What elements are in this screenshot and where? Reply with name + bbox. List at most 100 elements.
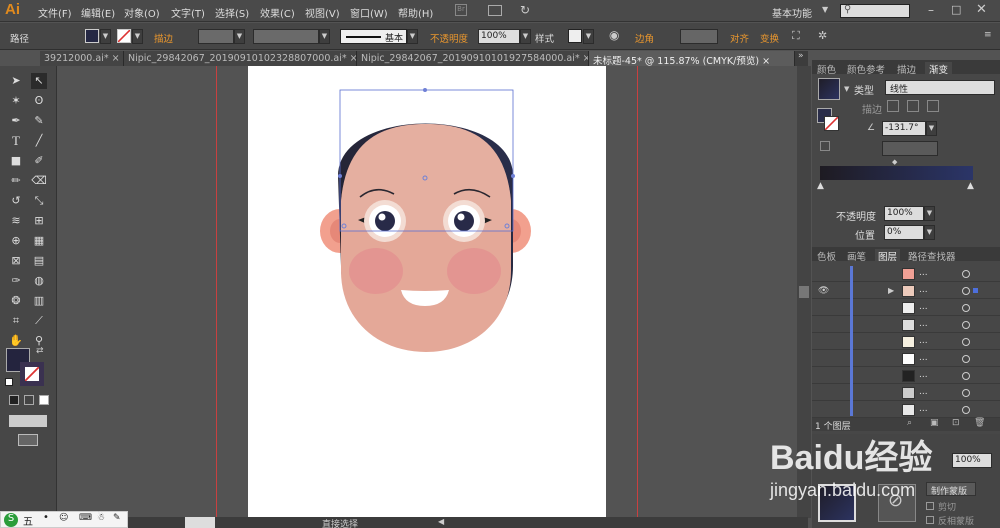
chevron-down-icon[interactable]: ▼ — [822, 5, 828, 14]
eyedropper-icon[interactable]: ✑ — [8, 273, 24, 289]
angle-field[interactable]: -131.7° — [882, 121, 926, 136]
target-icon[interactable] — [962, 304, 970, 312]
panel-menu-icon[interactable]: ≡ — [984, 30, 992, 40]
tab-pathfinder[interactable]: 路径查找器 — [908, 249, 956, 263]
tab-layers[interactable]: 图层 — [875, 249, 901, 263]
corner-radius-field[interactable] — [680, 29, 718, 44]
default-colors-icon[interactable] — [5, 378, 13, 386]
stroke-weight-label[interactable]: 描边 — [154, 31, 173, 45]
artboard[interactable] — [248, 66, 606, 518]
hand-tool-icon[interactable]: ✋ — [8, 333, 24, 349]
target-icon[interactable] — [962, 270, 970, 278]
gradient-position-field[interactable]: 0% — [884, 225, 924, 240]
angle-dropdown[interactable]: ▼ — [926, 121, 937, 136]
tab-doc-1[interactable]: 39212000.ai* × — [40, 51, 124, 66]
magic-wand-icon[interactable]: ✶ — [8, 93, 24, 109]
perspective-grid-icon[interactable]: ▦ — [31, 233, 47, 249]
corner-label[interactable]: 边角 — [635, 31, 654, 45]
ime-logo-icon[interactable]: S — [4, 513, 18, 527]
fill-swatch[interactable] — [85, 29, 99, 43]
layer-row[interactable]: ... — [812, 402, 1000, 418]
menu-file[interactable]: 文件(F) — [38, 5, 72, 20]
ime-mode-icon[interactable]: 五 — [23, 513, 33, 528]
mesh-tool-icon[interactable]: ⊠ — [8, 253, 24, 269]
stroke-dropdown[interactable]: ▼ — [132, 29, 143, 44]
target-icon[interactable] — [962, 338, 970, 346]
align-link[interactable]: 对齐 — [730, 31, 749, 45]
layer-row[interactable]: ... — [812, 266, 1000, 282]
transform-options-icon[interactable]: ✲ — [818, 29, 827, 42]
menu-type[interactable]: 文字(T) — [171, 5, 205, 20]
workspace-switcher[interactable]: 基本功能 — [772, 5, 812, 20]
gradient-type-select[interactable]: 线性 — [885, 80, 995, 95]
tab-overflow-icon[interactable]: » — [798, 51, 804, 61]
tab-brushes[interactable]: 画笔 — [847, 249, 866, 263]
gradient-tool-icon[interactable]: ▤ — [31, 253, 47, 269]
close-icon[interactable]: ✕ — [976, 2, 987, 17]
column-graph-icon[interactable]: ▥ — [31, 293, 47, 309]
fill-dropdown[interactable]: ▼ — [100, 29, 111, 44]
layer-row[interactable]: ... — [812, 351, 1000, 367]
scroll-thumb[interactable] — [799, 286, 809, 298]
menu-select[interactable]: 选择(S) — [215, 5, 249, 20]
blend-tool-icon[interactable]: ◍ — [31, 273, 47, 289]
layer-row[interactable]: ... — [812, 317, 1000, 333]
tab-gradient[interactable]: 渐变 — [925, 62, 953, 76]
invert-mask-checkbox[interactable] — [926, 516, 934, 524]
arrange-documents-icon[interactable] — [488, 5, 502, 16]
cartoon-face-artwork[interactable] — [248, 66, 606, 518]
pencil-icon[interactable]: ✏ — [8, 173, 24, 189]
brush-dropdown[interactable]: ▼ — [407, 29, 418, 44]
minimize-icon[interactable]: – — [928, 3, 934, 17]
gradient-opacity-dropdown[interactable]: ▼ — [924, 206, 935, 221]
layer-row[interactable]: ... — [812, 334, 1000, 350]
layer-row[interactable]: ... — [812, 300, 1000, 316]
rotate-tool-icon[interactable]: ↺ — [8, 193, 24, 209]
drawing-modes-icon[interactable] — [9, 415, 47, 427]
eraser-icon[interactable]: ⌫ — [31, 173, 47, 189]
shape-builder-icon[interactable]: ⊕ — [8, 233, 24, 249]
target-icon[interactable] — [962, 372, 970, 380]
lasso-icon[interactable]: ʘ — [31, 93, 47, 109]
target-icon[interactable] — [962, 321, 970, 329]
delete-layer-icon[interactable]: 🗑 — [974, 418, 985, 428]
sync-icon[interactable]: ↻ — [520, 3, 530, 17]
ime-settings-icon[interactable]: ✎ — [113, 513, 121, 523]
swap-colors-icon[interactable]: ⇄ — [36, 346, 44, 356]
gradient-position-dropdown[interactable]: ▼ — [924, 225, 935, 240]
pen-tool-icon[interactable]: ✒ — [8, 113, 24, 129]
gradient-midpoint[interactable]: ◆ — [892, 158, 897, 166]
menu-edit[interactable]: 编辑(E) — [81, 5, 115, 20]
paintbrush-icon[interactable]: ✐ — [31, 153, 47, 169]
ime-punct-icon[interactable]: • — [43, 512, 49, 523]
anchor-point[interactable] — [338, 174, 342, 178]
scroll-left-icon[interactable]: ◀ — [438, 517, 444, 526]
target-icon[interactable] — [962, 389, 970, 397]
chevron-down-icon[interactable]: ▼ — [844, 85, 849, 93]
ime-skin-icon[interactable]: ☃ — [97, 513, 105, 523]
scale-tool-icon[interactable]: ⤡ — [31, 193, 47, 209]
direct-selection-tool-icon[interactable]: ↖ — [31, 73, 47, 89]
symbol-sprayer-icon[interactable]: ❂ — [8, 293, 24, 309]
layer-row[interactable]: 👁 ▶ ... — [812, 283, 1000, 299]
gradient-stop-left[interactable]: ▲ — [817, 181, 824, 191]
target-icon[interactable] — [962, 355, 970, 363]
tab-doc-3[interactable]: Nipic_29842067_20190910101927584000.ai* … — [357, 51, 589, 66]
reverse-gradient-icon[interactable] — [820, 141, 830, 151]
rectangle-tool-icon[interactable]: ■ — [8, 153, 24, 169]
ime-emoji-icon[interactable]: ☺ — [59, 513, 68, 523]
selection-tool-icon[interactable]: ➤ — [8, 73, 24, 89]
color-mode-icon[interactable] — [9, 395, 19, 405]
artboard-number-field[interactable] — [185, 517, 215, 528]
clipping-mask-icon[interactable]: ▣ — [930, 418, 939, 428]
menu-view[interactable]: 视图(V) — [305, 5, 340, 20]
stroke-swatch[interactable] — [117, 29, 131, 43]
screen-mode-icon[interactable] — [18, 434, 38, 446]
opacity-dropdown[interactable]: ▼ — [520, 29, 531, 44]
ime-toolbar[interactable]: S 五 • ☺ ⌨ ☃ ✎ — [0, 511, 128, 528]
target-icon[interactable] — [962, 406, 970, 414]
tab-swatches[interactable]: 色板 — [817, 249, 836, 263]
anchor-point[interactable] — [423, 88, 427, 92]
gradient-stroke-box[interactable] — [824, 116, 839, 131]
menu-window[interactable]: 窗口(W) — [350, 5, 388, 20]
